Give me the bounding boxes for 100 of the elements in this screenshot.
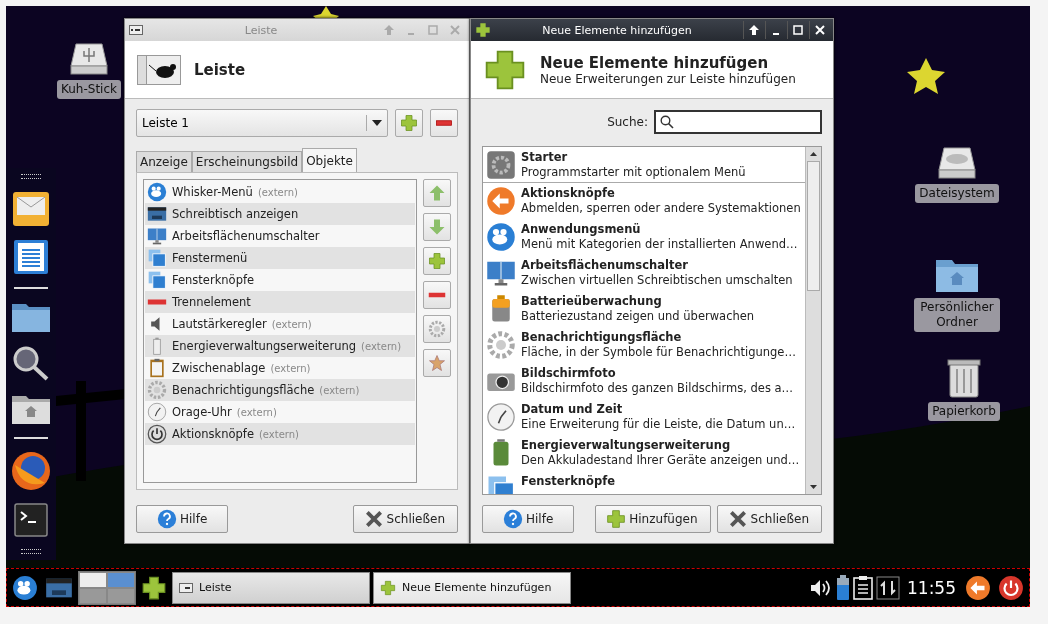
list-item[interactable]: Schreibtisch anzeigen <box>145 203 415 225</box>
plugin-name: Batterieüberwachung <box>521 294 663 309</box>
desktop-icon-label[interactable]: Persönlicher Ordner <box>914 298 1000 332</box>
plugin-description: Batteriezustand zeigen und überwachen <box>521 309 755 324</box>
power-button[interactable] <box>996 574 1026 601</box>
maximize-icon <box>428 25 438 35</box>
list-item[interactable]: Orage-Uhr (extern) <box>145 401 415 423</box>
arrow-up-icon <box>428 184 446 202</box>
item-name: Whisker-Menü <box>172 185 253 199</box>
plugin-item[interactable]: Arbeitsflächenumschalter Zwischen virtuellen Schreibtischen umschalten <box>483 255 805 291</box>
desktop-icon-label[interactable]: Dateisystem <box>915 184 999 203</box>
list-item[interactable]: Energieverwaltungserweiterung (extern) <box>145 335 415 357</box>
list-item[interactable]: Lautstärkeregler (extern) <box>145 313 415 335</box>
task-button[interactable]: Neue Elemente hinzufügen <box>373 571 571 604</box>
plugin-description: Eine Erweiterung für die Leiste, die Datum un… <box>521 417 796 432</box>
clipboard-icon[interactable] <box>853 575 873 600</box>
list-item[interactable]: Arbeitsflächenumschalter <box>145 225 415 247</box>
plus-icon <box>400 114 418 132</box>
workspace-switcher[interactable] <box>78 570 136 605</box>
item-note: (extern) <box>270 362 311 374</box>
side-button[interactable] <box>423 281 451 309</box>
item-name: Fensterknöpfe <box>172 273 255 287</box>
plugin-description: Programmstarter mit optionalem Menü <box>521 165 746 180</box>
plus-icon <box>428 252 446 270</box>
item-name: Benachrichtigungsfläche <box>172 383 315 397</box>
clock[interactable]: 11:55 <box>907 577 956 598</box>
clipboard-icon <box>147 358 167 378</box>
star-icon <box>907 58 945 94</box>
plugin-item[interactable]: Benachrichtigungsfläche Fläche, in der Symbole für Benachrichtigunge… <box>483 327 805 363</box>
dialog-button[interactable]: Schließen <box>716 505 822 533</box>
monitor-icon <box>147 226 167 246</box>
dialog-button[interactable]: Hilfe <box>136 505 229 533</box>
item-name: Orage-Uhr <box>172 405 232 419</box>
add-panel-button[interactable] <box>395 109 423 137</box>
list-item[interactable]: Trennelement <box>145 291 415 313</box>
terminal-icon[interactable] <box>14 503 48 537</box>
remove-panel-button[interactable] <box>430 109 458 137</box>
item-note: (extern) <box>258 428 299 440</box>
window-title: Leiste <box>243 23 279 37</box>
list-item[interactable]: Zwischenablage (extern) <box>145 357 415 379</box>
drive-icon[interactable] <box>938 146 976 180</box>
close-icon <box>727 509 748 529</box>
list-item[interactable]: Aktionsknöpfe (extern) <box>145 423 415 445</box>
gear-icon <box>486 330 516 360</box>
window-icon <box>129 25 143 35</box>
list-item[interactable]: Whisker-Menü (extern) <box>145 181 415 203</box>
list-item[interactable]: Fensterknöpfe <box>145 269 415 291</box>
list-item[interactable]: Benachrichtigungsfläche (extern) <box>145 379 415 401</box>
arrow-down-icon[interactable] <box>810 485 817 489</box>
plugin-description: Fläche, in der Symbole für Benachrichtigunge… <box>521 345 796 360</box>
plugin-item[interactable]: Fensterknöpfe <box>483 471 805 494</box>
side-button[interactable] <box>423 349 451 377</box>
tab[interactable]: Erscheinungsbild <box>191 151 303 172</box>
item-note: (extern) <box>271 318 312 330</box>
drive-icon[interactable] <box>70 42 108 76</box>
plugin-item[interactable]: Starter Programmstarter mit optionalem Menü <box>483 147 805 183</box>
plugin-name: Starter <box>521 150 569 165</box>
action-button[interactable] <box>963 574 993 601</box>
power-icon <box>147 424 167 444</box>
dialog-button[interactable]: Hinzufügen <box>595 505 711 533</box>
item-name: Aktionsknöpfe <box>172 427 254 441</box>
arrow-up-icon[interactable] <box>810 152 817 156</box>
side-button[interactable] <box>423 247 451 275</box>
search-icon <box>660 115 674 129</box>
task-button[interactable]: Leiste <box>172 571 370 604</box>
desktop-icon-label[interactable]: Kuh-Stick <box>57 80 121 99</box>
folder-icon[interactable] <box>11 301 51 333</box>
home-folder-icon[interactable] <box>11 393 51 425</box>
list-item[interactable]: Fenstermenü <box>145 247 415 269</box>
battery-icon[interactable] <box>836 574 850 601</box>
dialog-button[interactable]: Schließen <box>352 505 458 533</box>
menu-button[interactable] <box>10 574 40 601</box>
dialog-button[interactable]: Hilfe <box>482 505 575 533</box>
item-note: (extern) <box>319 384 360 396</box>
tab[interactable]: Anzeige <box>136 151 192 172</box>
item-name: Zwischenablage <box>172 361 266 375</box>
plugin-item[interactable]: Aktionsknöpfe Abmelden, sperren oder andere Systemaktionen <box>483 183 805 219</box>
plugin-name: Arbeitsflächenumschalter <box>521 258 689 273</box>
trash-icon[interactable] <box>947 356 981 398</box>
tab[interactable]: Objekte <box>302 148 357 172</box>
panel-dropdown[interactable]: Leiste 1 <box>136 109 388 137</box>
plugin-item[interactable]: Batterieüberwachung Batteriezustand zeigen und überwachen <box>483 291 805 327</box>
plugin-name: Bildschirmfoto <box>521 366 617 381</box>
plugin-item[interactable]: Bildschirmfoto Bildschirmfoto des ganzen Bildschirms, des a… <box>483 363 805 399</box>
window-title: Neue Elemente hinzufügen <box>541 23 693 37</box>
header-subtitle: Neue Erweiterungen zur Leiste hinzufügen <box>540 71 796 86</box>
plugin-name: Benachrichtigungsfläche <box>521 330 683 345</box>
globe-icon[interactable] <box>11 451 51 491</box>
document-icon[interactable] <box>13 239 49 275</box>
plugin-item[interactable]: Anwendungsmenü Menü mit Kategorien der installierten Anwend… <box>483 219 805 255</box>
scrollbar[interactable] <box>805 147 821 494</box>
plugin-item[interactable]: Energieverwaltungserweiterung Den Akkuladestand Ihrer Geräte anzeigen und… <box>483 435 805 471</box>
item-note: (extern) <box>257 186 298 198</box>
desktop-icon-label[interactable]: Papierkorb <box>928 402 1000 421</box>
plugin-item[interactable]: Datum und Zeit Eine Erweiterung für die Leiste, die Datum un… <box>483 399 805 435</box>
plugin-name: Datum und Zeit <box>521 402 624 417</box>
close-icon <box>814 25 825 35</box>
magnifier-icon[interactable] <box>11 345 51 381</box>
search-field[interactable] <box>654 110 822 134</box>
mail-icon[interactable] <box>12 191 50 227</box>
